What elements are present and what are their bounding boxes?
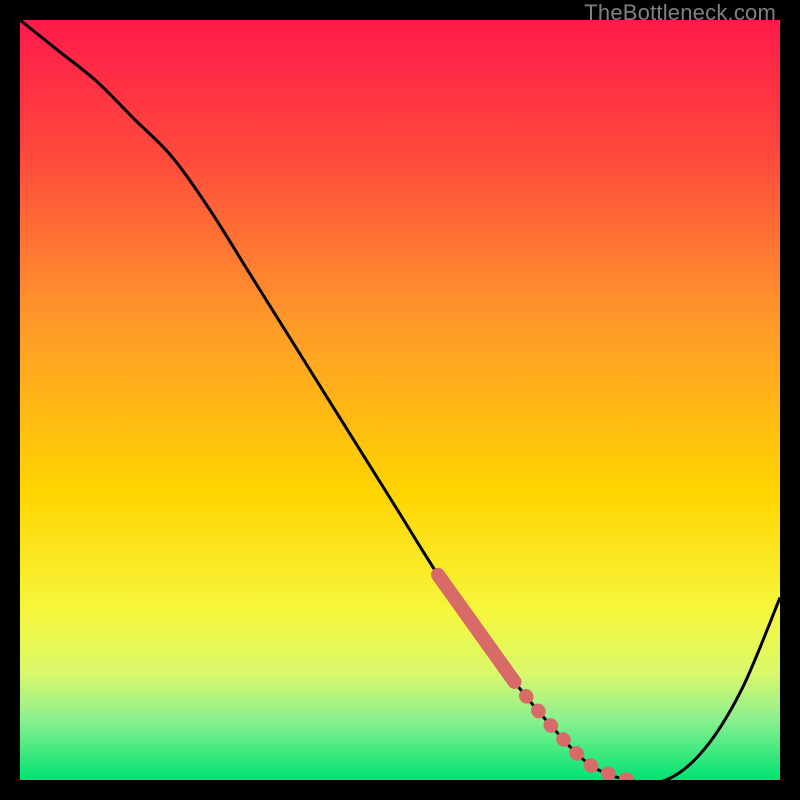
bottleneck-chart	[20, 20, 780, 780]
gradient-background	[20, 20, 780, 780]
watermark-label: TheBottleneck.com	[584, 0, 776, 26]
chart-frame	[20, 20, 780, 780]
